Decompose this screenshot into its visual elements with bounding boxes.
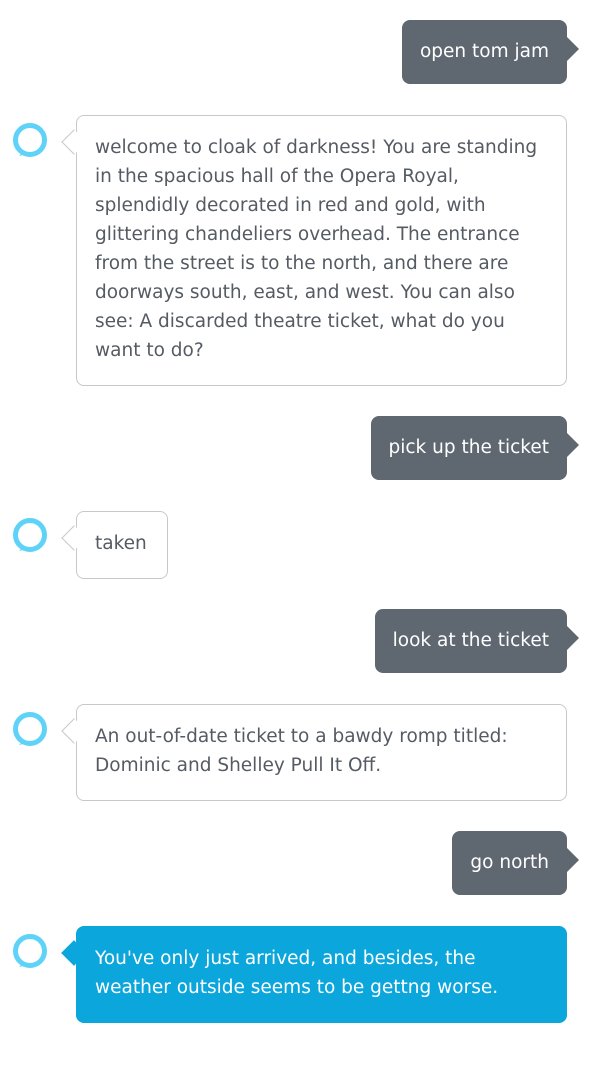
bubble-tail [567,848,579,872]
user-message: look at the ticket [374,609,579,673]
bubble-tail [61,718,87,744]
alexa-message-text: welcome to cloak of darkness! You are st… [95,137,538,361]
user-message: go north [452,831,579,895]
alexa-ring-icon [13,518,47,552]
alexa-ring-icon [13,712,47,746]
bubble-tail [61,525,87,551]
bubble-tail [567,433,579,457]
chat-transcript: open tom jam welcome to cloak of darknes… [0,0,591,1078]
alexa-message-text: An out-of-date ticket to a bawdy romp ti… [95,726,508,776]
bubble-tail [567,37,579,61]
user-message-text: look at the ticket [392,630,549,651]
alexa-ring-icon [13,934,47,968]
alexa-message: welcome to cloak of darkness! You are st… [61,115,567,386]
alexa-message-text: You've only just arrived, and besides, t… [95,948,499,998]
user-message-text: pick up the ticket [388,437,550,458]
bubble-tail [567,626,579,650]
alexa-ring-icon [13,123,47,157]
user-message: pick up the ticket [370,416,579,480]
bubble-tail [61,129,87,155]
bubble-tail [61,940,87,966]
alexa-latest-response: You've only just arrived, and besides, t… [61,926,567,1023]
alexa-message-text: taken [95,533,147,554]
alexa-message: An out-of-date ticket to a bawdy romp ti… [61,704,567,801]
user-message: open tom jam [401,20,579,84]
user-message-text: go north [470,852,549,873]
alexa-message: taken [61,511,168,579]
user-message-text: open tom jam [419,41,549,62]
